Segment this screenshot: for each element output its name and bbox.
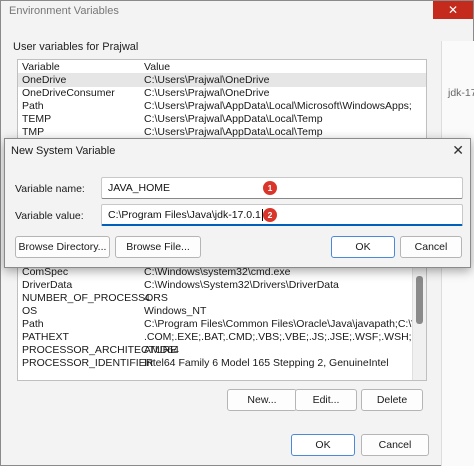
env-titlebar: Environment Variables ✕ — [1, 1, 473, 23]
scrollbar-thumb[interactable] — [416, 276, 423, 324]
list-item[interactable]: PROCESSOR_ARCHITECTURE AMD64 — [18, 344, 426, 357]
variable-name-input[interactable]: JAVA_HOME — [101, 177, 463, 199]
list-item[interactable]: NUMBER_OF_PROCESSORS 4 — [18, 292, 426, 305]
variable-name-cell: OS — [22, 305, 38, 317]
edit-variable-button[interactable]: Edit... — [295, 389, 357, 411]
variable-value-cell: Windows_NT — [144, 305, 207, 317]
env-window-title: Environment Variables — [9, 5, 119, 17]
delete-variable-button[interactable]: Delete — [361, 389, 423, 411]
list-item[interactable]: OneDrive C:\Users\Prajwal\OneDrive — [18, 74, 426, 87]
variable-value-cell: C:\Windows\System32\Drivers\DriverData — [144, 279, 339, 291]
variable-name-cell: Path — [22, 318, 44, 330]
user-variables-list[interactable]: Variable Value OneDrive C:\Users\Prajwal… — [17, 59, 427, 141]
step-badge-2: 2 — [263, 208, 277, 222]
step-badge-1: 1 — [263, 181, 277, 195]
list-item[interactable]: Path C:\Users\Prajwal\AppData\Local\Micr… — [18, 100, 426, 113]
variable-value-cell: C:\Program Files\Common Files\Oracle\Jav… — [144, 318, 426, 330]
variable-name-cell: PATHEXT — [22, 331, 69, 343]
list-item[interactable]: DriverData C:\Windows\System32\Drivers\D… — [18, 279, 426, 292]
list-item[interactable]: PATHEXT .COM;.EXE;.BAT;.CMD;.VBS;.VBE;.J… — [18, 331, 426, 344]
variable-value-cell: C:\Users\Prajwal\OneDrive — [144, 74, 270, 86]
env-ok-button[interactable]: OK — [291, 434, 355, 456]
close-icon: ✕ — [447, 3, 459, 17]
system-variables-list[interactable]: ComSpec C:\Windows\system32\cmd.exe Driv… — [17, 265, 427, 381]
new-system-variable-dialog: New System Variable ✕ Variable name: JAV… — [4, 138, 471, 268]
variable-value-cell: C:\Users\Prajwal\AppData\Local\Microsoft… — [144, 100, 412, 112]
dialog-ok-button[interactable]: OK — [331, 236, 395, 258]
list-header: Variable Value — [18, 60, 426, 74]
system-list-scrollbar[interactable] — [412, 266, 426, 380]
variable-value-cell: AMD64 — [144, 344, 180, 356]
column-header-value[interactable]: Value — [140, 60, 426, 73]
variable-value-cell: C:\Users\Prajwal\AppData\Local\Temp — [144, 113, 323, 125]
variable-name-cell: TEMP — [22, 113, 52, 125]
column-header-variable[interactable]: Variable — [18, 60, 140, 73]
dialog-cancel-button[interactable]: Cancel — [400, 236, 462, 258]
list-item[interactable]: Path C:\Program Files\Common Files\Oracl… — [18, 318, 426, 331]
list-item[interactable]: OS Windows_NT — [18, 305, 426, 318]
variable-value-cell: Intel64 Family 6 Model 165 Stepping 2, G… — [144, 357, 389, 369]
variable-name-label: Variable name: — [15, 183, 85, 195]
variable-name-cell: PROCESSOR_ARCHITECTURE — [22, 344, 178, 356]
list-item[interactable]: PROCESSOR_IDENTIFIER Intel64 Family 6 Mo… — [18, 357, 426, 370]
list-item[interactable]: OneDriveConsumer C:\Users\Prajwal\OneDri… — [18, 87, 426, 100]
variable-value-cell: C:\Users\Prajwal\OneDrive — [144, 87, 270, 99]
new-variable-button[interactable]: New... — [227, 389, 297, 411]
variable-value-label: Variable value: — [15, 210, 84, 222]
variable-value-cell: 4 — [144, 292, 150, 304]
variable-value-value: C:\Program Files\Java\jdk-17.0.1 — [108, 209, 261, 221]
variable-value-input[interactable]: C:\Program Files\Java\jdk-17.0.1 — [101, 204, 463, 226]
list-item[interactable]: TEMP C:\Users\Prajwal\AppData\Local\Temp — [18, 113, 426, 126]
dialog-title: New System Variable — [11, 145, 116, 157]
user-variables-label: User variables for Prajwal — [13, 41, 139, 53]
variable-name-cell: OneDrive — [22, 74, 67, 86]
variable-value-cell: .COM;.EXE;.BAT;.CMD;.VBS;.VBE;.JS;.JSE;.… — [144, 331, 426, 343]
env-cancel-button[interactable]: Cancel — [361, 434, 429, 456]
variable-name-cell: NUMBER_OF_PROCESSORS — [22, 292, 168, 304]
close-icon[interactable]: ✕ — [452, 142, 464, 159]
browse-file-button[interactable]: Browse File... — [115, 236, 201, 258]
variable-name-cell: DriverData — [22, 279, 73, 291]
browse-directory-button[interactable]: Browse Directory... — [15, 236, 110, 258]
background-window-text: jdk-17.0.1 — [448, 87, 474, 99]
variable-name-cell: PROCESSOR_IDENTIFIER — [22, 357, 154, 369]
variable-name-cell: Path — [22, 100, 44, 112]
variable-name-cell: OneDriveConsumer — [22, 87, 115, 99]
env-close-button[interactable]: ✕ — [433, 1, 473, 19]
variable-name-value: JAVA_HOME — [108, 182, 171, 194]
